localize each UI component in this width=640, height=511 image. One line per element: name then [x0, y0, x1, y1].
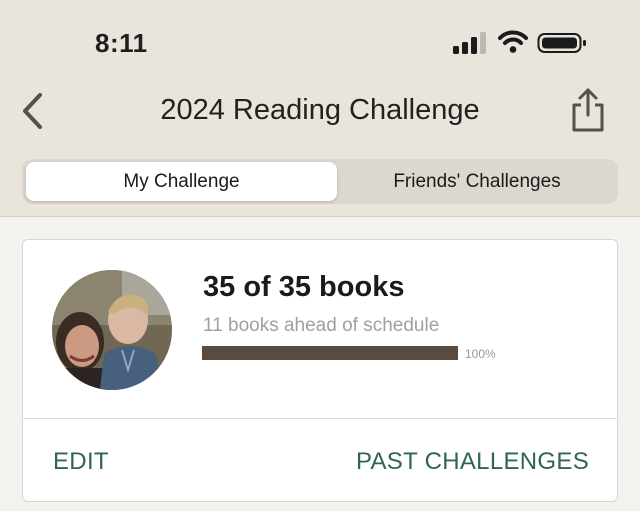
- avatar: [52, 270, 172, 390]
- share-icon: [572, 88, 604, 132]
- tab-friends-challenges[interactable]: Friends' Challenges: [340, 162, 614, 201]
- divider: [23, 418, 617, 419]
- chevron-left-icon: [23, 93, 42, 129]
- progress-bar: [202, 346, 458, 360]
- status-time: 8:11: [95, 28, 148, 58]
- page-title: 2024 Reading Challenge: [160, 94, 480, 126]
- schedule-status: 11 books ahead of schedule: [203, 315, 440, 336]
- challenge-tabs: My Challenge Friends' Challenges: [22, 159, 618, 204]
- progress-bar-fill: [202, 346, 458, 360]
- past-challenges-button[interactable]: PAST CHALLENGES: [356, 448, 589, 476]
- share-button[interactable]: [566, 86, 610, 134]
- books-progress-count: 35 of 35 books: [203, 271, 405, 303]
- wifi-icon: [498, 30, 528, 53]
- battery-icon: [537, 33, 586, 53]
- edit-button[interactable]: EDIT: [53, 448, 109, 476]
- challenge-card: 35 of 35 books 11 books ahead of schedul…: [22, 239, 618, 502]
- cellular-signal-icon: [453, 32, 486, 54]
- progress-percent: 100%: [465, 347, 496, 361]
- top-bar: 8:11 2024 Reading Challenge My Challenge…: [0, 0, 640, 217]
- back-button[interactable]: [14, 88, 50, 134]
- tab-my-challenge[interactable]: My Challenge: [26, 162, 337, 201]
